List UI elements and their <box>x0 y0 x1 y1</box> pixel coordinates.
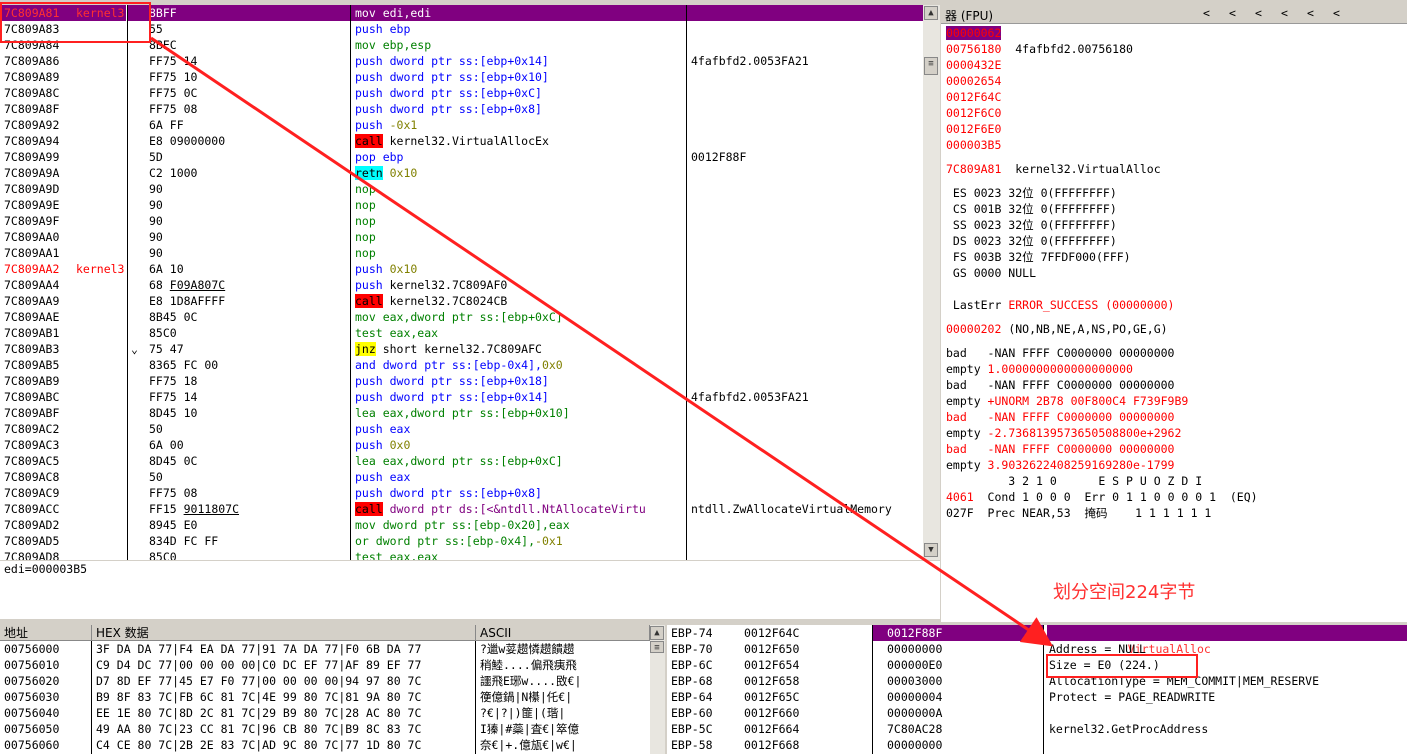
annotation-arrow <box>150 36 1053 647</box>
